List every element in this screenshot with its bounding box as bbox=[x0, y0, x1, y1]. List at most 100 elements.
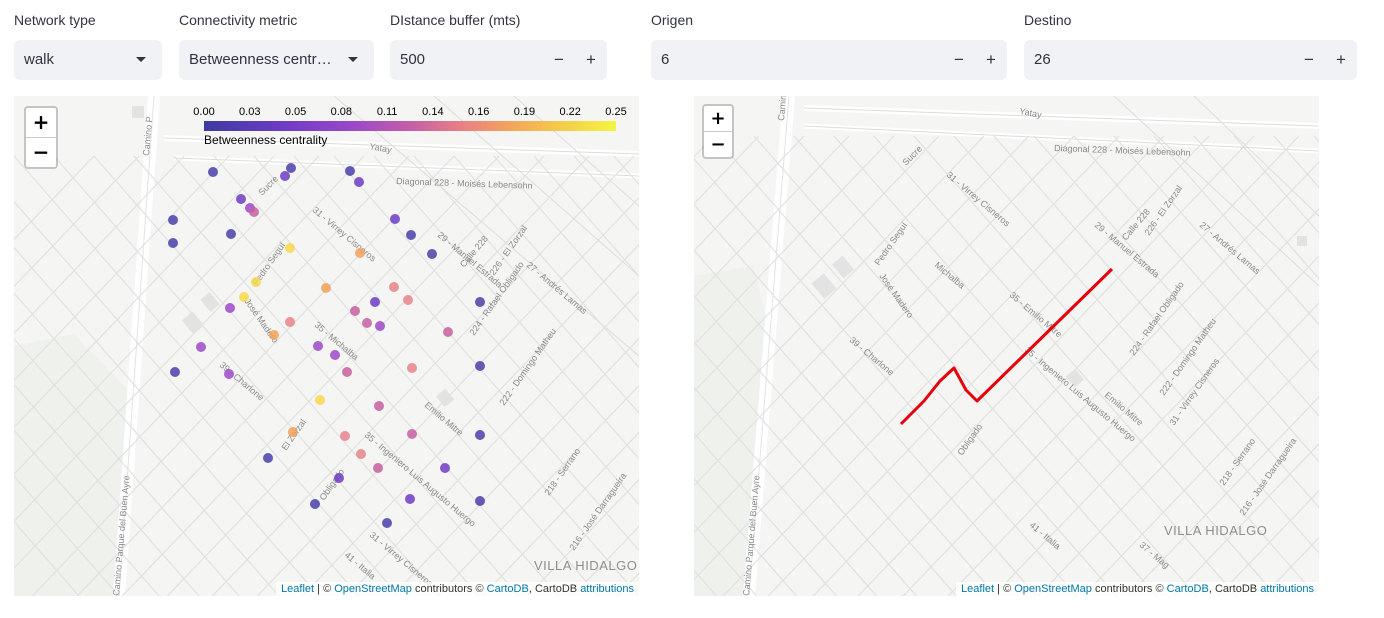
network-type-select[interactable]: walk bbox=[14, 40, 162, 80]
network-node[interactable] bbox=[313, 341, 323, 351]
leaflet-link[interactable]: Leaflet bbox=[281, 583, 314, 595]
zoom-in-button[interactable]: + bbox=[26, 108, 56, 138]
connectivity-metric-value: Betweenness centr… bbox=[189, 51, 332, 68]
network-node[interactable] bbox=[208, 167, 218, 177]
network-node[interactable] bbox=[405, 494, 415, 504]
origen-input[interactable]: 6 − + bbox=[651, 40, 1007, 80]
network-node[interactable] bbox=[334, 473, 344, 483]
network-node[interactable] bbox=[406, 230, 416, 240]
attribution-separator: | © bbox=[994, 583, 1015, 595]
network-node[interactable] bbox=[443, 327, 453, 337]
zoom-out-button[interactable]: − bbox=[26, 138, 56, 167]
connectivity-metric-select[interactable]: Betweenness centr… bbox=[179, 40, 374, 80]
distance-buffer-input[interactable]: 500 − + bbox=[390, 40, 607, 80]
network-node[interactable] bbox=[321, 283, 331, 293]
origen-value: 6 bbox=[661, 51, 670, 68]
network-node[interactable] bbox=[225, 303, 235, 313]
network-node[interactable] bbox=[226, 229, 236, 239]
chevron-down-icon bbox=[348, 57, 358, 62]
route-map[interactable]: Camin Yatay Diagonal 228 - Moisés Lebensoh… bbox=[694, 96, 1319, 596]
legend-tick: 0.11 bbox=[376, 106, 398, 118]
destino-label: Destino bbox=[1024, 12, 1072, 28]
network-type-value: walk bbox=[24, 51, 55, 68]
network-node[interactable] bbox=[236, 194, 246, 204]
network-node[interactable] bbox=[370, 297, 380, 307]
network-node[interactable] bbox=[168, 215, 178, 225]
network-node[interactable] bbox=[285, 317, 295, 327]
map-attribution: Leaflet | © OpenStreetMap contributors ©… bbox=[956, 582, 1319, 596]
network-node[interactable] bbox=[269, 330, 279, 340]
network-node[interactable] bbox=[440, 463, 450, 473]
cartodb-link[interactable]: CartoDB bbox=[487, 583, 529, 595]
openstreetmap-link[interactable]: OpenStreetMap bbox=[1014, 583, 1092, 595]
network-node[interactable] bbox=[330, 350, 340, 360]
network-node[interactable] bbox=[403, 295, 413, 305]
network-node[interactable] bbox=[382, 518, 392, 528]
network-node[interactable] bbox=[427, 249, 437, 259]
network-node[interactable] bbox=[407, 363, 417, 373]
network-node[interactable] bbox=[280, 171, 290, 181]
network-type-label: Network type bbox=[14, 12, 96, 28]
legend-tick: 0.05 bbox=[284, 106, 307, 118]
network-node[interactable] bbox=[285, 243, 295, 253]
network-node[interactable] bbox=[249, 207, 259, 217]
network-node[interactable] bbox=[374, 401, 384, 411]
connectivity-metric-label: Connectivity metric bbox=[179, 12, 298, 28]
network-node[interactable] bbox=[224, 369, 234, 379]
destino-input[interactable]: 26 − + bbox=[1024, 40, 1357, 80]
distance-buffer-value: 500 bbox=[400, 51, 426, 68]
origen-increment-button[interactable]: + bbox=[975, 40, 1007, 80]
network-node[interactable] bbox=[362, 318, 372, 328]
map-tiles[interactable]: Camin YatayDiagonal 228 - Moisés Lebensoh… bbox=[694, 96, 1319, 596]
centrality-map[interactable]: Camino P Yatay Diagonal 228 - Moisés Leben… bbox=[14, 96, 639, 596]
attributions-link[interactable]: attributions bbox=[580, 583, 634, 595]
network-node[interactable] bbox=[263, 453, 273, 463]
destino-increment-button[interactable]: + bbox=[1325, 40, 1357, 80]
legend-caption: Betweenness centrality bbox=[204, 133, 328, 147]
openstreetmap-link[interactable]: OpenStreetMap bbox=[334, 583, 412, 595]
distance-buffer-increment-button[interactable]: + bbox=[575, 40, 607, 80]
network-node[interactable] bbox=[475, 496, 485, 506]
cartodb-link[interactable]: CartoDB bbox=[1167, 583, 1209, 595]
legend-ticks: 0.00 0.03 0.05 0.08 0.11 0.14 0.16 0.19 0.22 0.25 bbox=[193, 106, 626, 120]
destino-decrement-button[interactable]: − bbox=[1293, 40, 1325, 80]
network-node[interactable] bbox=[475, 430, 485, 440]
map-tiles[interactable]: Camino P YatayDiagonal 228 - Moisés Leben… bbox=[14, 96, 639, 596]
zoom-out-button[interactable]: − bbox=[704, 132, 732, 157]
network-node[interactable] bbox=[239, 292, 249, 302]
network-node[interactable] bbox=[286, 163, 296, 173]
network-node[interactable] bbox=[475, 297, 485, 307]
network-node[interactable] bbox=[170, 367, 180, 377]
network-node[interactable] bbox=[475, 361, 485, 371]
network-node[interactable] bbox=[288, 427, 298, 437]
network-node[interactable] bbox=[310, 499, 320, 509]
network-node[interactable] bbox=[251, 277, 261, 287]
legend-tick: 0.14 bbox=[422, 106, 444, 118]
network-node[interactable] bbox=[375, 321, 385, 331]
attributions-link[interactable]: attributions bbox=[1260, 583, 1314, 595]
network-node[interactable] bbox=[342, 367, 352, 377]
network-node[interactable] bbox=[407, 429, 417, 439]
network-node[interactable] bbox=[356, 449, 366, 459]
distance-buffer-decrement-button[interactable]: − bbox=[543, 40, 575, 80]
legend-tick: 0.08 bbox=[330, 106, 353, 118]
zoom-in-button[interactable]: + bbox=[704, 106, 732, 132]
origen-decrement-button[interactable]: − bbox=[943, 40, 975, 80]
leaflet-link[interactable]: Leaflet bbox=[961, 583, 994, 595]
network-node[interactable] bbox=[390, 214, 400, 224]
attribution-text-2: , CartoDB bbox=[528, 583, 581, 595]
network-node[interactable] bbox=[168, 238, 178, 248]
network-node[interactable] bbox=[345, 166, 355, 176]
network-node[interactable] bbox=[350, 306, 360, 316]
network-node[interactable] bbox=[355, 248, 365, 258]
network-node[interactable] bbox=[389, 282, 399, 292]
network-node[interactable] bbox=[354, 177, 364, 187]
distance-buffer-label: DIstance buffer (mts) bbox=[390, 12, 521, 28]
legend-tick: 0.19 bbox=[513, 106, 536, 118]
network-node[interactable] bbox=[373, 463, 383, 473]
legend-colorbar bbox=[204, 121, 616, 131]
network-node[interactable] bbox=[315, 395, 325, 405]
network-node[interactable] bbox=[196, 342, 206, 352]
network-node[interactable] bbox=[340, 431, 350, 441]
attribution-text-2: , CartoDB bbox=[1208, 583, 1261, 595]
